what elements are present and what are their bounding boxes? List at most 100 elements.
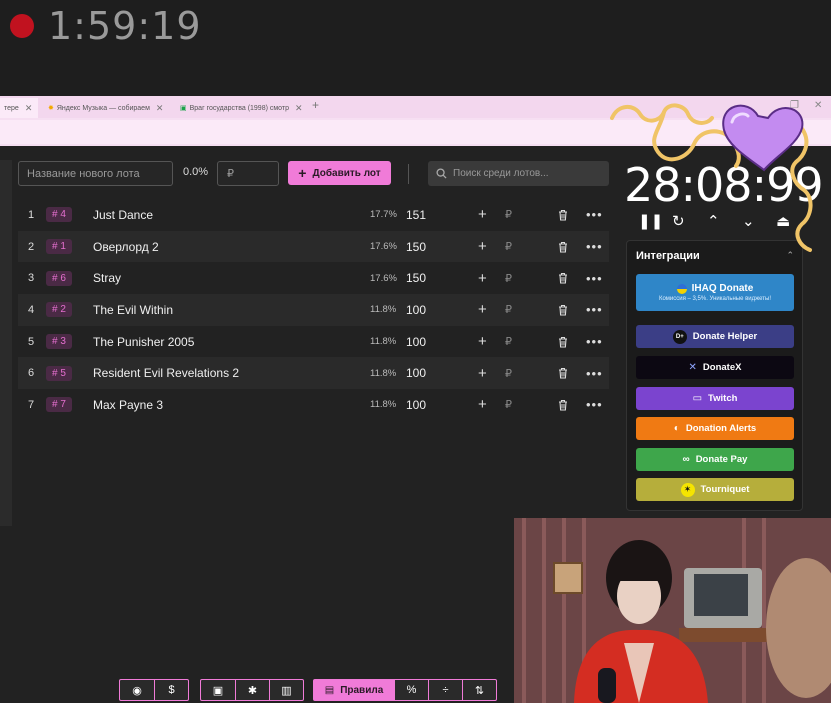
lot-name[interactable]: Resident Evil Revelations 2 bbox=[93, 366, 239, 380]
lot-row: 2 # 1 Оверлорд 2 17.6% 150 + ₽ ••• bbox=[18, 230, 609, 263]
add-amount-icon[interactable]: + bbox=[478, 270, 487, 287]
browser-tab-active[interactable]: тере ✕ bbox=[0, 98, 38, 118]
trash-icon[interactable] bbox=[558, 241, 568, 253]
lot-row: 6 # 5 Resident Evil Revelations 2 11.8% … bbox=[18, 357, 609, 390]
close-tab-icon[interactable]: ✕ bbox=[295, 103, 303, 114]
links-toolbar: ◉ $ bbox=[119, 679, 189, 701]
lot-index: 2 bbox=[28, 240, 35, 253]
lot-amount[interactable]: 151 bbox=[406, 208, 426, 222]
close-tab-icon[interactable]: ✕ bbox=[25, 103, 33, 114]
lot-name[interactable]: Max Payne 3 bbox=[93, 398, 163, 412]
lot-name[interactable]: Stray bbox=[93, 271, 121, 285]
lot-amount[interactable]: 100 bbox=[406, 303, 426, 317]
webcam-feed bbox=[514, 518, 831, 703]
lot-amount[interactable]: 100 bbox=[406, 366, 426, 380]
divide-icon[interactable]: ÷ bbox=[428, 680, 462, 700]
lot-amount[interactable]: 150 bbox=[406, 271, 426, 285]
address-bar[interactable] bbox=[0, 120, 831, 144]
file-toolbar: ▣ ✱ ▥ bbox=[200, 679, 304, 701]
donatex-icon: ✕ bbox=[688, 362, 697, 373]
github-icon[interactable]: ◉ bbox=[120, 680, 154, 700]
add-amount-icon[interactable]: + bbox=[478, 396, 487, 413]
lot-row: 1 # 4 Just Dance 17.7% 151 + ₽ ••• bbox=[18, 199, 609, 231]
more-options-icon[interactable]: ••• bbox=[586, 302, 603, 317]
new-lot-amount-input[interactable]: ₽ bbox=[217, 161, 279, 186]
ruble-icon[interactable]: ₽ bbox=[505, 335, 512, 348]
ihaq-logo-icon bbox=[676, 283, 687, 294]
lot-search-input[interactable]: Поиск среди лотов... bbox=[428, 161, 609, 186]
close-tab-icon[interactable]: ✕ bbox=[156, 103, 164, 114]
add-amount-icon[interactable]: + bbox=[478, 333, 487, 350]
lot-list: 1 # 4 Just Dance 17.7% 151 + ₽ ••• 2 # 1… bbox=[18, 199, 609, 421]
donation-alerts-button[interactable]: ◐ Donation Alerts bbox=[636, 417, 794, 440]
add-amount-icon[interactable]: + bbox=[478, 365, 487, 382]
lot-row: 4 # 2 The Evil Within 11.8% 100 + ₽ ••• bbox=[18, 294, 609, 326]
more-options-icon[interactable]: ••• bbox=[586, 207, 603, 222]
more-options-icon[interactable]: ••• bbox=[586, 334, 603, 349]
lot-percent: 17.6% bbox=[370, 272, 397, 284]
lot-percent: 17.6% bbox=[370, 241, 397, 253]
new-tab-icon[interactable]: + bbox=[312, 98, 319, 112]
pause-icon[interactable]: ❚❚ bbox=[638, 212, 663, 230]
donate-dollar-icon[interactable]: $ bbox=[154, 680, 188, 700]
lot-amount[interactable]: 150 bbox=[406, 240, 426, 254]
ihaq-donate-button[interactable]: IHAQ Donate Комиссия – 3,5%. Уникальные … bbox=[636, 274, 794, 311]
lot-row: 3 # 6 Stray 17.6% 150 + ₽ ••• bbox=[18, 262, 609, 294]
close-window-icon[interactable]: ✕ bbox=[814, 100, 822, 111]
clear-list-icon[interactable]: ▥ bbox=[269, 680, 303, 700]
trash-icon[interactable] bbox=[558, 399, 568, 411]
view-toolbar: ▤ Правила % ÷ ⇅ bbox=[313, 679, 497, 701]
browser-tab-movie[interactable]: ▣ Враг государства (1998) смотр ✕ bbox=[176, 98, 308, 118]
lot-id-badge: # 7 bbox=[46, 397, 72, 413]
trash-icon[interactable] bbox=[558, 209, 568, 221]
more-options-icon[interactable]: ••• bbox=[586, 271, 603, 286]
ruble-icon[interactable]: ₽ bbox=[505, 208, 512, 221]
lot-amount[interactable]: 100 bbox=[406, 398, 426, 412]
trash-icon[interactable] bbox=[558, 304, 568, 316]
ruble-icon[interactable]: ₽ bbox=[505, 240, 512, 253]
donate-pay-button[interactable]: ∞ Donate Pay bbox=[636, 448, 794, 471]
reset-icon[interactable]: ↻ bbox=[672, 212, 685, 230]
add-amount-icon[interactable]: + bbox=[478, 238, 487, 255]
add-lot-button[interactable]: + Добавить лот bbox=[288, 161, 391, 185]
twitch-button[interactable]: ▭ Twitch bbox=[636, 387, 794, 410]
donate-helper-button[interactable]: D+ Donate Helper bbox=[636, 325, 794, 348]
lot-index: 4 bbox=[28, 303, 35, 316]
lot-name[interactable]: The Punisher 2005 bbox=[93, 335, 194, 349]
tourniquet-button[interactable]: ✶ Tourniquet bbox=[636, 478, 794, 501]
save-icon[interactable]: ▣ bbox=[201, 680, 235, 700]
ruble-icon[interactable]: ₽ bbox=[505, 398, 512, 411]
ruble-icon[interactable]: ₽ bbox=[505, 367, 512, 380]
browser-tab-yandex-music[interactable]: ✸ Яндекс Музыка — собираем ✕ bbox=[44, 98, 172, 118]
lot-percent: 11.8% bbox=[370, 336, 397, 348]
ruble-icon[interactable]: ₽ bbox=[505, 272, 512, 285]
add-amount-icon[interactable]: + bbox=[478, 206, 487, 223]
new-lot-percent: 0.0% bbox=[183, 166, 209, 178]
donatex-button[interactable]: ✕ DonateX bbox=[636, 356, 794, 379]
add-amount-icon[interactable]: + bbox=[478, 301, 487, 318]
more-options-icon[interactable]: ••• bbox=[586, 239, 603, 254]
lot-row: 7 # 7 Max Payne 3 11.8% 100 + ₽ ••• bbox=[18, 389, 609, 421]
chevron-down-icon[interactable]: ⌄ bbox=[742, 212, 755, 230]
collapse-icon[interactable]: ⏏ bbox=[776, 212, 790, 230]
more-options-icon[interactable]: ••• bbox=[586, 366, 603, 381]
trash-icon[interactable] bbox=[558, 367, 568, 379]
search-icon bbox=[436, 168, 447, 179]
lot-id-badge: # 4 bbox=[46, 207, 72, 223]
lot-amount[interactable]: 100 bbox=[406, 335, 426, 349]
percent-toggle-button[interactable]: % bbox=[394, 680, 428, 700]
bug-icon[interactable]: ✱ bbox=[235, 680, 269, 700]
trash-icon[interactable] bbox=[558, 272, 568, 284]
rules-button[interactable]: ▤ Правила bbox=[314, 680, 394, 700]
ruble-icon[interactable]: ₽ bbox=[505, 303, 512, 316]
lot-name[interactable]: Just Dance bbox=[93, 208, 153, 222]
restore-window-icon[interactable]: ❐ bbox=[790, 100, 799, 111]
new-lot-name-input[interactable]: Название нового лота bbox=[18, 161, 173, 186]
lot-name[interactable]: The Evil Within bbox=[93, 303, 173, 317]
trash-icon[interactable] bbox=[558, 336, 568, 348]
chevron-up-icon[interactable]: ⌃ bbox=[707, 212, 720, 230]
more-options-icon[interactable]: ••• bbox=[586, 397, 603, 412]
chevron-up-icon[interactable]: ⌃ bbox=[786, 250, 794, 261]
lot-name[interactable]: Оверлорд 2 bbox=[93, 240, 159, 254]
sort-icon[interactable]: ⇅ bbox=[462, 680, 496, 700]
